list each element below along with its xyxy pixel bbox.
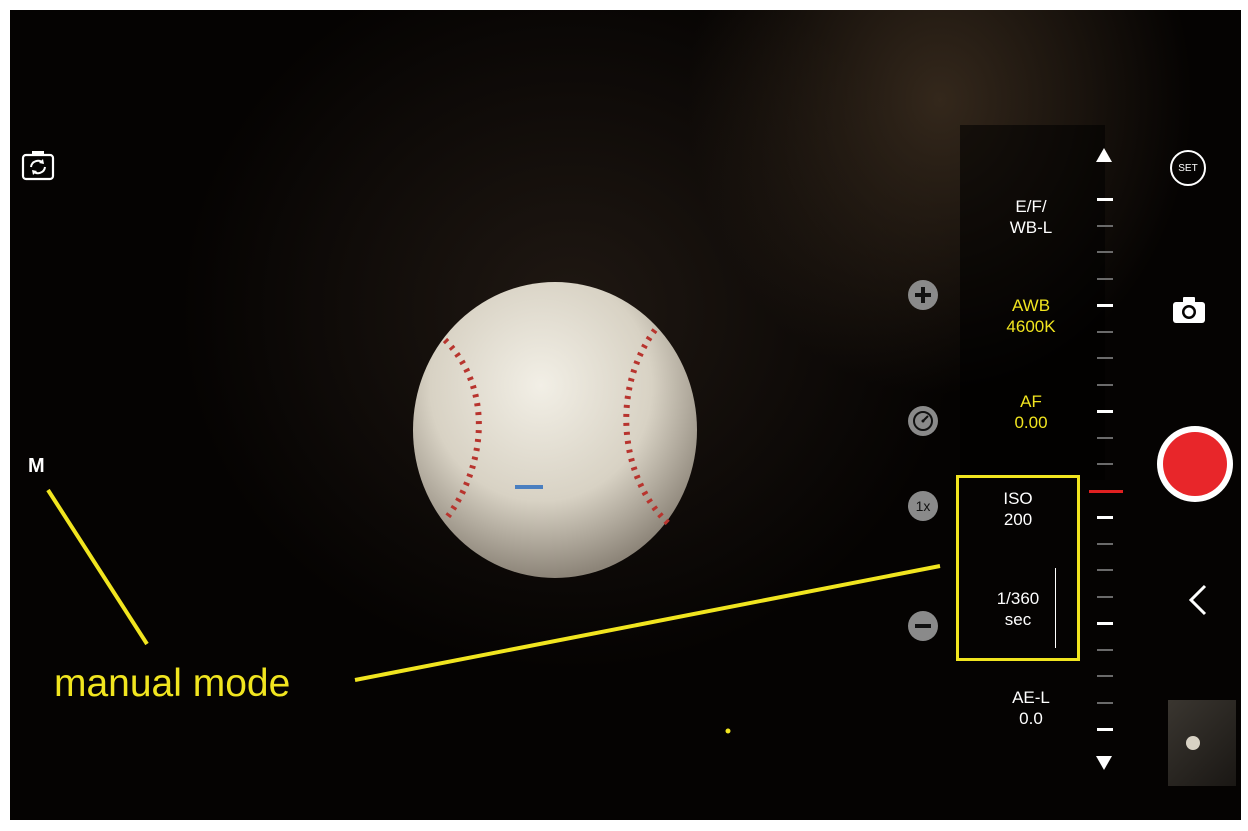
- camera-viewfinder[interactable]: M E/F/ WB-L AWB 4600K AF 0.00 ISO 200 1/…: [10, 10, 1241, 820]
- annotation-label: manual mode: [54, 662, 291, 705]
